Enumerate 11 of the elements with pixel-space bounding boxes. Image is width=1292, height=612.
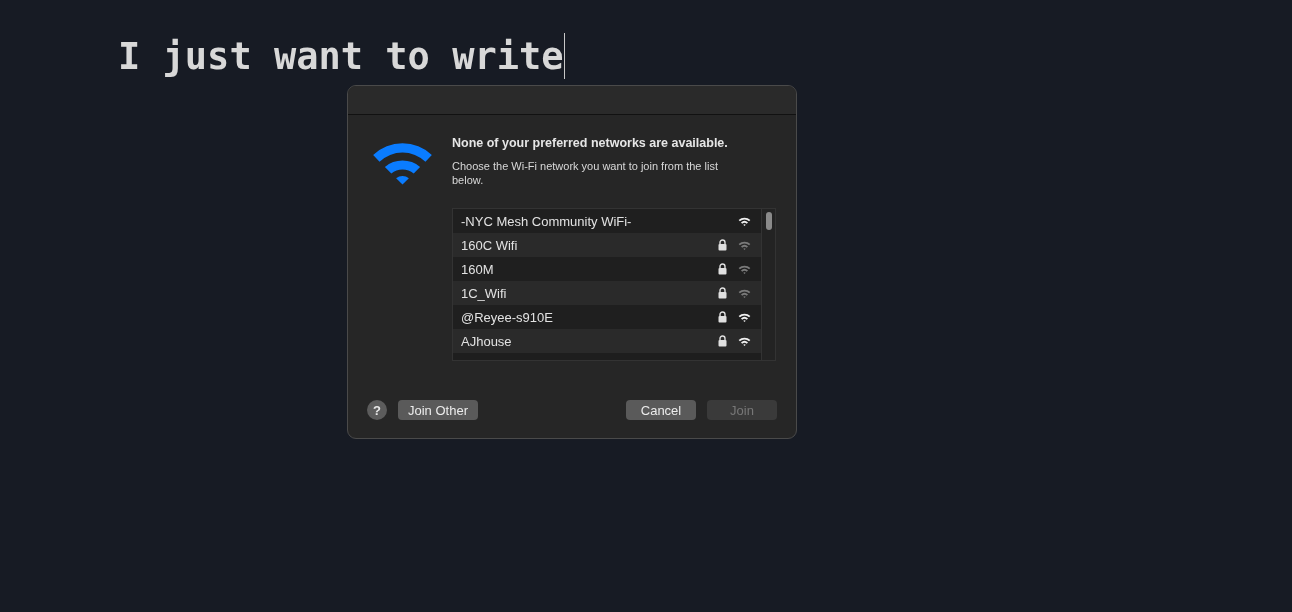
dialog-button[interactable]: Join Other xyxy=(398,400,478,420)
network-row[interactable]: 1C_Wifi xyxy=(453,281,761,305)
dialog-button[interactable]: Cancel xyxy=(626,400,696,420)
network-row[interactable]: 160C Wifi xyxy=(453,233,761,257)
dialog-heading: None of your preferred networks are available. xyxy=(452,136,729,150)
text-cursor xyxy=(563,33,565,79)
scrollbar[interactable] xyxy=(761,209,775,360)
help-button[interactable]: ? xyxy=(367,400,387,420)
network-row[interactable]: AJhouse xyxy=(453,329,761,353)
dialog-message: Choose the Wi-Fi network you want to join from the list below. xyxy=(452,159,719,187)
editor-text: I just want to write xyxy=(118,34,564,78)
